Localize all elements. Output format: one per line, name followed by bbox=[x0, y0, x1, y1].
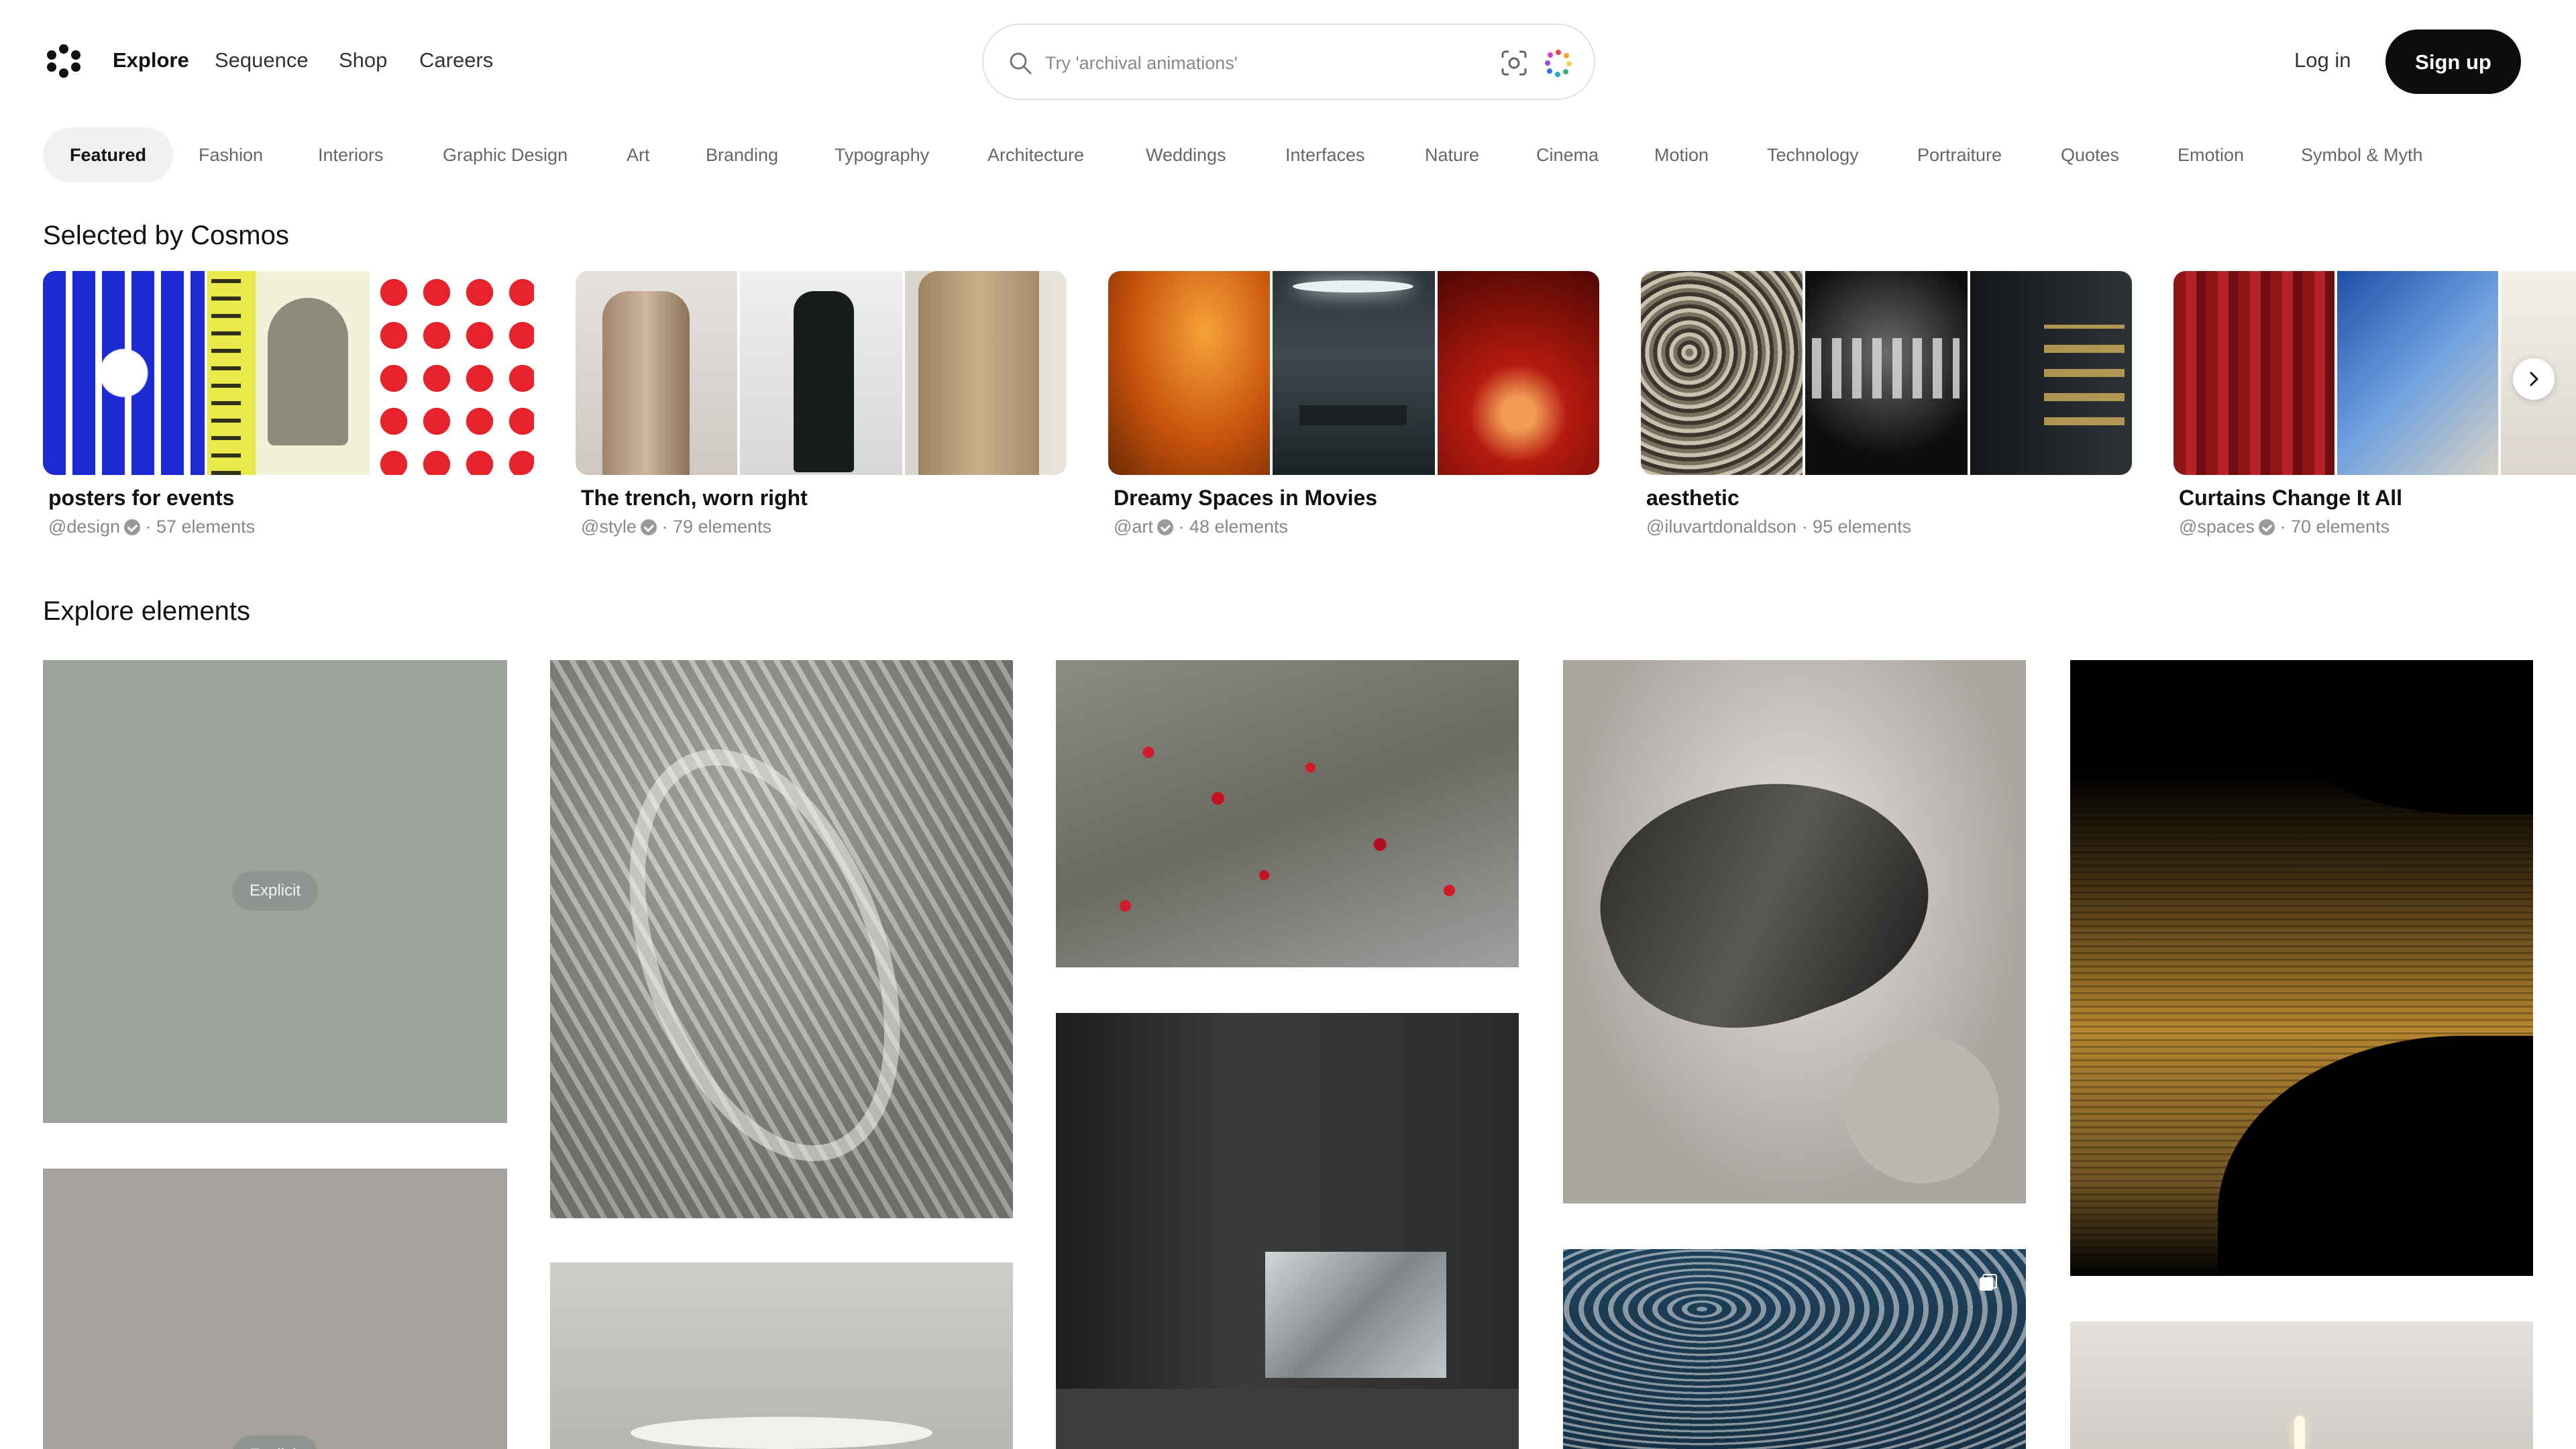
verified-icon bbox=[640, 519, 657, 535]
explore-section-title: Explore elements bbox=[43, 596, 251, 626]
collection-meta: @spaces · 70 elements bbox=[2179, 515, 2390, 538]
sand-ripple-element-tile[interactable] bbox=[550, 660, 1013, 1218]
collection-card[interactable]: The trench, worn right @style · 79 eleme… bbox=[576, 271, 1067, 553]
red-room-scene-image bbox=[1437, 271, 1599, 475]
dark-interior-element-tile[interactable] bbox=[1056, 1013, 1519, 1449]
poster-critical-mass-image bbox=[207, 271, 370, 475]
ai-spark-icon[interactable] bbox=[1544, 49, 1572, 77]
collection-card[interactable]: posters for events @design · 57 elements bbox=[43, 271, 534, 553]
nav-careers[interactable]: Careers bbox=[419, 47, 493, 74]
nav-explore[interactable]: Explore bbox=[113, 47, 189, 74]
collection-handle[interactable]: @art bbox=[1114, 517, 1153, 537]
collection-handle[interactable]: @spaces bbox=[2179, 517, 2255, 537]
collection-handle[interactable]: @design bbox=[48, 517, 120, 537]
multiple-images-icon bbox=[1980, 1274, 1997, 1291]
chevron-right-icon bbox=[2530, 372, 2538, 386]
collection-handle[interactable]: @iluvartdonaldson bbox=[1646, 517, 1796, 537]
tab-typography[interactable]: Typography bbox=[835, 127, 929, 182]
collection-count: · 95 elements bbox=[1801, 517, 1912, 537]
red-curtains-image bbox=[2174, 271, 2334, 475]
collection-card[interactable]: aesthetic @iluvartdonaldson · 95 element… bbox=[1641, 271, 2132, 553]
collection-meta: @iluvartdonaldson · 95 elements bbox=[1646, 515, 1911, 538]
film-poster-collage-image bbox=[1641, 271, 1803, 475]
collection-title[interactable]: The trench, worn right bbox=[581, 484, 808, 511]
minimal-room-scene-image bbox=[1273, 271, 1435, 475]
tab-nature[interactable]: Nature bbox=[1425, 127, 1479, 182]
gloved-portrait-element-tile[interactable] bbox=[1563, 660, 2026, 1203]
poster-grid-sphere-image bbox=[43, 271, 205, 475]
tab-art[interactable]: Art bbox=[627, 127, 650, 182]
search-icon bbox=[1010, 52, 1032, 74]
explicit-element-tile[interactable]: Explicit bbox=[43, 660, 507, 1123]
signup-button[interactable]: Sign up bbox=[2385, 30, 2521, 94]
tab-portraiture[interactable]: Portraiture bbox=[1917, 127, 2002, 182]
pendant-lamp-element-tile[interactable] bbox=[550, 1263, 1013, 1449]
verified-icon bbox=[123, 519, 140, 535]
collection-thumbnails bbox=[1641, 271, 2132, 475]
tab-weddings[interactable]: Weddings bbox=[1146, 127, 1226, 182]
tab-architecture[interactable]: Architecture bbox=[987, 127, 1084, 182]
collection-count: · 57 elements bbox=[145, 517, 256, 537]
tab-emotion[interactable]: Emotion bbox=[2178, 127, 2244, 182]
tab-interiors[interactable]: Interiors bbox=[318, 127, 384, 182]
breakfast-poster-image bbox=[1970, 271, 2132, 475]
top-header: Explore Sequence Shop Careers Try 'archi… bbox=[0, 0, 2576, 121]
login-link[interactable]: Log in bbox=[2294, 47, 2351, 74]
collection-title[interactable]: aesthetic bbox=[1646, 484, 1739, 511]
tab-motion[interactable]: Motion bbox=[1654, 127, 1709, 182]
featured-section-title: Selected by Cosmos bbox=[43, 221, 289, 250]
tab-fashion[interactable]: Fashion bbox=[199, 127, 263, 182]
rose-petals-water-element-tile[interactable] bbox=[1056, 660, 1519, 967]
orange-desert-scene-image bbox=[1108, 271, 1271, 475]
collection-title[interactable]: Curtains Change It All bbox=[2179, 484, 2402, 511]
search-bar[interactable]: Try 'archival animations' bbox=[982, 23, 1595, 100]
carousel-next-button[interactable] bbox=[2513, 358, 2555, 400]
collection-card[interactable]: Curtains Change It All @spaces · 70 elem… bbox=[2174, 271, 2576, 553]
black-trench-model-image bbox=[740, 271, 902, 475]
trench-coat-image bbox=[576, 271, 738, 475]
collection-card[interactable]: Dreamy Spaces in Movies @art · 48 elemen… bbox=[1108, 271, 1599, 553]
category-tabs: Featured Fashion Interiors Graphic Desig… bbox=[0, 127, 2576, 182]
tab-interfaces[interactable]: Interfaces bbox=[1285, 127, 1365, 182]
collection-thumbnails bbox=[1108, 271, 1599, 475]
explicit-element-tile[interactable]: Explicit bbox=[43, 1169, 507, 1449]
dracula-title-image bbox=[1805, 271, 1968, 475]
explicit-badge: Explicit bbox=[232, 1436, 318, 1449]
poster-red-circles-image bbox=[372, 271, 534, 475]
nav-sequence[interactable]: Sequence bbox=[215, 47, 309, 74]
collection-meta: @design · 57 elements bbox=[48, 515, 255, 538]
search-input[interactable]: Try 'archival animations' bbox=[1045, 50, 1238, 76]
collection-thumbnails bbox=[576, 271, 1067, 475]
tab-quotes[interactable]: Quotes bbox=[2061, 127, 2119, 182]
collection-title[interactable]: Dreamy Spaces in Movies bbox=[1114, 484, 1377, 511]
candle-light-element-tile[interactable] bbox=[2070, 1322, 2533, 1449]
tab-cinema[interactable]: Cinema bbox=[1536, 127, 1599, 182]
collection-meta: @art · 48 elements bbox=[1114, 515, 1288, 538]
golden-lake-silhouette-element-tile[interactable] bbox=[2070, 660, 2533, 1276]
collection-title[interactable]: posters for events bbox=[48, 484, 234, 511]
verified-icon bbox=[2258, 519, 2275, 535]
blue-curtains-room-image bbox=[2337, 271, 2498, 475]
collection-count: · 48 elements bbox=[1178, 517, 1289, 537]
tab-graphic-design[interactable]: Graphic Design bbox=[443, 127, 568, 182]
collection-meta: @style · 79 elements bbox=[581, 515, 771, 538]
beige-trench-image bbox=[904, 271, 1067, 475]
verified-icon bbox=[1157, 519, 1173, 535]
tab-technology[interactable]: Technology bbox=[1767, 127, 1859, 182]
collection-handle[interactable]: @style bbox=[581, 517, 637, 537]
tab-symbol-myth[interactable]: Symbol & Myth bbox=[2301, 127, 2423, 182]
visual-search-icon[interactable] bbox=[1500, 49, 1528, 77]
nav-shop[interactable]: Shop bbox=[339, 47, 387, 74]
collection-count: · 70 elements bbox=[2279, 517, 2390, 537]
swirling-painting-element-tile[interactable] bbox=[1563, 1249, 2026, 1449]
collection-count: · 79 elements bbox=[661, 517, 772, 537]
logo-icon[interactable] bbox=[47, 44, 80, 78]
explicit-badge: Explicit bbox=[232, 871, 318, 910]
collection-thumbnails bbox=[43, 271, 534, 475]
tab-branding[interactable]: Branding bbox=[706, 127, 778, 182]
tab-featured[interactable]: Featured bbox=[43, 127, 174, 182]
